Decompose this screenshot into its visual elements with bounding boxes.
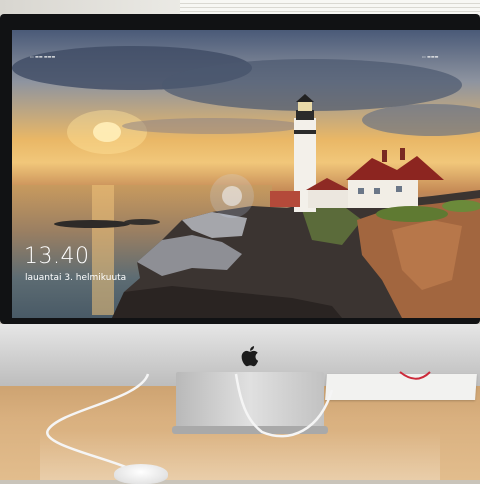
lockscreen-time: 13.40	[24, 244, 90, 269]
lockscreen-date: lauantai 3. helmikuuta	[25, 273, 127, 283]
lock-screen[interactable]: ▭ ▬▬ ▬▬▬ ▭ ▬▬▬ 13.40 lauantai 3. helmiku…	[12, 30, 480, 318]
lockscreen-status-right: ▭ ▬▬▬	[422, 54, 439, 59]
mouse[interactable]	[114, 464, 168, 484]
imac-monitor: ▭ ▬▬ ▬▬▬ ▭ ▬▬▬ 13.40 lauantai 3. helmiku…	[0, 14, 480, 386]
cables	[46, 371, 431, 470]
lockscreen-status-left: ▭ ▬▬ ▬▬▬	[30, 54, 56, 59]
